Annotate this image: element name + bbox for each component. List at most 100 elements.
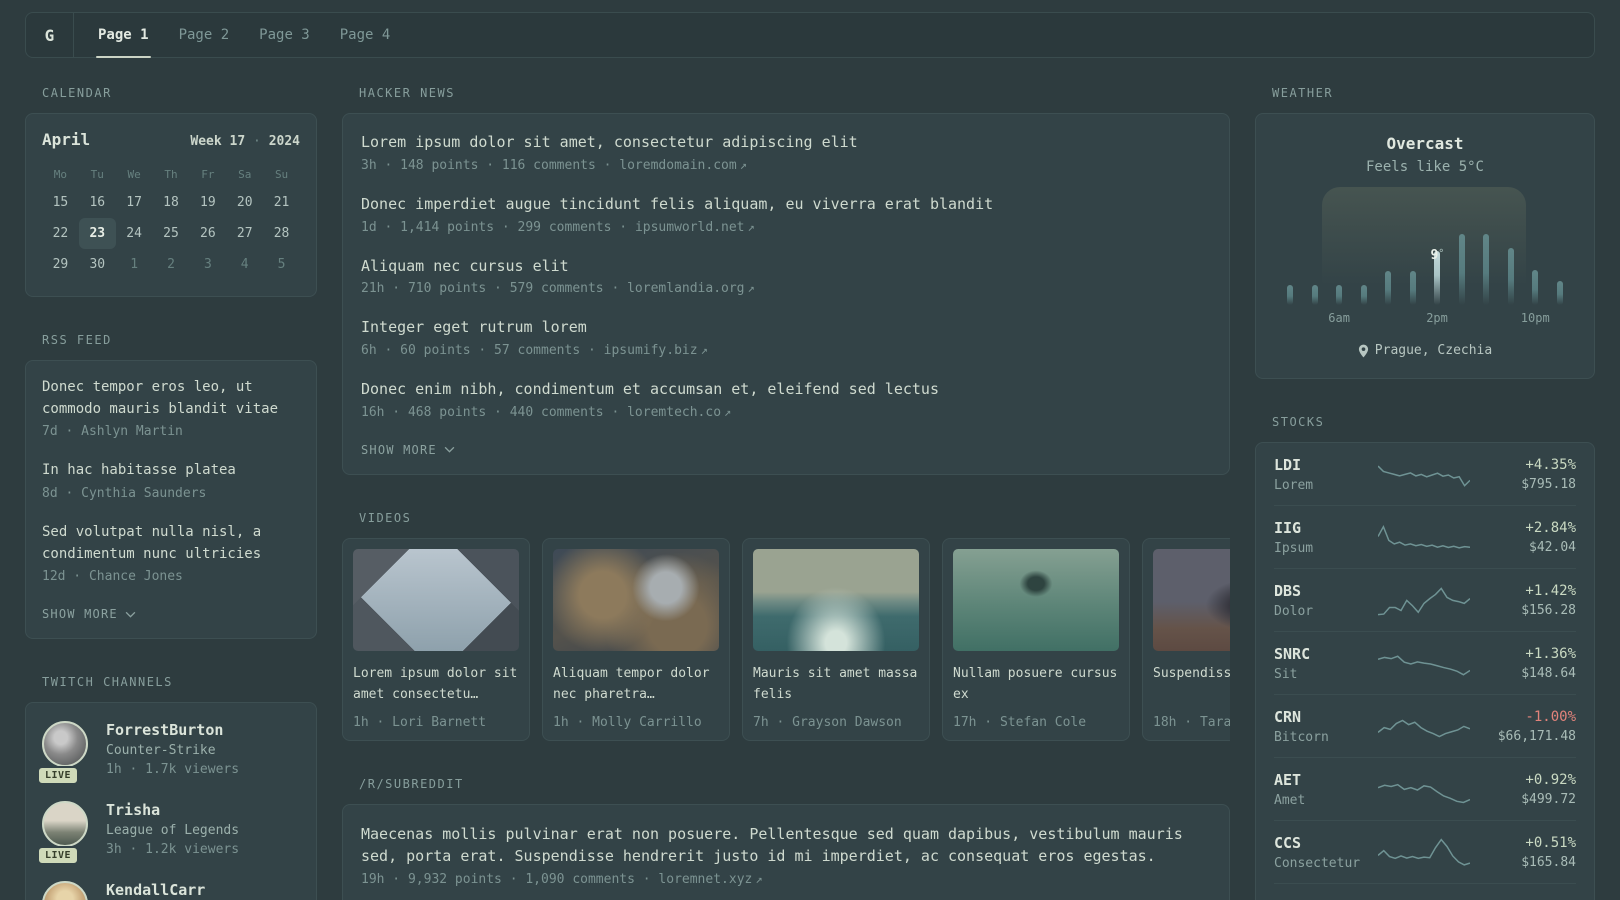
top-nav-bar: G Page 1 Page 2 Page 3 Page 4 — [25, 12, 1595, 58]
calendar-day: 18 — [163, 195, 179, 210]
calendar-day-name: Tu — [90, 167, 104, 181]
section-title-weather: WEATHER — [1272, 86, 1334, 100]
page-tabs: Page 1 Page 2 Page 3 Page 4 — [96, 13, 418, 58]
twitch-channel-row: LIVE ForrestBurton Counter-Strike 1h · 1… — [37, 721, 300, 786]
stock-price: $42.04 — [1529, 540, 1576, 555]
calendar-month: April — [42, 130, 91, 149]
hn-show-more-button[interactable]: SHOW MORE — [361, 443, 455, 457]
rss-show-more-button[interactable]: SHOW MORE — [42, 607, 136, 621]
weather-bar — [1360, 284, 1367, 305]
rss-item-title[interactable]: In hac habitasse platea — [42, 460, 300, 482]
hn-item-meta: 16h · 468 points · 440 comments · loremt… — [361, 404, 732, 420]
videos-row: Lorem ipsum dolor sit amet consectetu… 1… — [342, 537, 1230, 741]
hn-item-title[interactable]: Lorem ipsum dolor sit amet, consectetur … — [361, 132, 1211, 154]
twitch-avatar-wrap: LIVE — [42, 881, 90, 900]
video-title[interactable]: Suspendisse diam — [1153, 664, 1230, 706]
stock-sparkline — [1378, 836, 1470, 870]
stock-price: $165.84 — [1521, 855, 1576, 870]
separator-dot: · — [253, 134, 261, 149]
avatar[interactable] — [42, 721, 88, 768]
calendar-day: 1 — [130, 257, 139, 272]
video-title[interactable]: Nullam posuere cursus ex — [953, 664, 1119, 706]
calendar-widget: CALENDAR April Week 17 · 2024 Mo Tu We Th Fr… — [25, 86, 317, 297]
video-thumbnail[interactable] — [953, 548, 1119, 651]
stock-symbol: CCS — [1274, 834, 1302, 852]
rss-item-title[interactable]: Sed volutpat nulla nisl, a condimentum n… — [42, 522, 300, 565]
degree-symbol: ° — [1438, 248, 1445, 259]
avatar[interactable] — [42, 881, 88, 900]
subreddit-widget: /R/SUBREDDIT Maecenas mollis pulvinar er… — [342, 777, 1230, 900]
video-meta: 7h · Grayson Dawson — [753, 714, 902, 730]
stock-symbol: LDI — [1274, 456, 1302, 474]
section-title-hacker-news: HACKER NEWS — [359, 86, 455, 100]
hn-domain-link[interactable]: ipsumworld.net — [635, 220, 745, 235]
stock-change: +0.92% — [1525, 772, 1576, 788]
hn-item-meta: 1d · 1,414 points · 299 comments · ipsum… — [361, 219, 755, 235]
hn-domain-link[interactable]: loremlandia.org — [627, 281, 744, 296]
video-title[interactable]: Lorem ipsum dolor sit amet consectetu… — [353, 664, 519, 706]
hn-domain-link[interactable]: loremdomain.com — [619, 158, 736, 173]
hn-item: Donec imperdiet augue tincidunt felis al… — [361, 194, 1211, 235]
section-title-stocks: STOCKS — [1272, 415, 1325, 429]
stock-price: $66,171.48 — [1497, 729, 1576, 744]
twitch-category[interactable]: Counter-Strike — [106, 743, 239, 758]
video-title[interactable]: Mauris sit amet massa felis — [753, 664, 919, 706]
weather-card: Overcast Feels like 5°C 9° 6am 2pm 10pm … — [1255, 113, 1595, 379]
twitch-channel-name[interactable]: Trisha — [106, 801, 239, 819]
calendar-day: 26 — [200, 226, 216, 241]
video-thumbnail[interactable] — [753, 548, 919, 651]
stock-row: SNRC Sit +1.36% $148.64 — [1274, 632, 1576, 695]
avatar[interactable] — [42, 801, 88, 848]
video-title[interactable]: Aliquam tempor dolor nec pharetra… — [553, 664, 719, 706]
stock-row: CCS Consectetur +0.51% $165.84 — [1274, 821, 1576, 884]
calendar-day: 2 — [167, 257, 175, 272]
hn-domain-link[interactable]: ipsumify.biz — [604, 343, 698, 358]
calendar-day: 4 — [240, 257, 249, 272]
video-thumbnail[interactable] — [353, 548, 519, 651]
stocks-widget: STOCKS LDI Lorem +4.35% $795.18 IIG Ipsum +… — [1255, 415, 1595, 900]
calendar-day: 16 — [89, 195, 106, 210]
twitch-channel-name[interactable]: ForrestBurton — [106, 721, 239, 739]
hn-item-title[interactable]: Donec imperdiet augue tincidunt felis al… — [361, 194, 1211, 216]
calendar-day: 21 — [273, 195, 290, 210]
calendar-day-name: Sa — [238, 167, 252, 181]
rss-item-meta: 7d · Ashlyn Martin — [42, 424, 183, 440]
video-thumbnail[interactable] — [553, 548, 719, 651]
twitch-channel-row: LIVE KendallCarr — [42, 881, 300, 900]
live-badge: LIVE — [37, 766, 80, 786]
tab-page-3[interactable]: Page 3 — [257, 13, 312, 57]
hn-item-title[interactable]: Aliquam nec cursus elit — [361, 256, 1211, 278]
hn-item-title[interactable]: Donec enim nibh, condimentum et accumsan… — [361, 379, 1211, 401]
twitch-category[interactable]: League of Legends — [106, 823, 239, 838]
twitch-channel-name[interactable]: KendallCarr — [106, 881, 205, 899]
location-pin-icon — [1358, 344, 1368, 357]
stock-symbol: IIG — [1274, 519, 1302, 537]
video-meta: 1h · Lori Barnett — [353, 714, 487, 730]
tab-page-4[interactable]: Page 4 — [338, 13, 393, 57]
rss-item-title[interactable]: Donec tempor eros leo, ut commodo mauris… — [42, 377, 300, 420]
hacker-news-widget: HACKER NEWS Lorem ipsum dolor sit amet, … — [342, 86, 1230, 475]
logo[interactable]: G — [26, 13, 74, 57]
subreddit-domain-link[interactable]: loremnet.xyz — [658, 872, 752, 887]
video-card: Suspendisse diam 18h · Tara — [1142, 537, 1230, 741]
calendar-header: April Week 17 · 2024 — [42, 130, 300, 149]
tab-page-2[interactable]: Page 2 — [177, 13, 232, 57]
external-link-icon: ↗ — [700, 343, 708, 357]
video-thumbnail[interactable] — [1153, 548, 1230, 651]
weather-bar — [1336, 284, 1343, 305]
chevron-down-icon — [444, 447, 455, 453]
weather-location-text: Prague, Czechia — [1374, 343, 1493, 358]
tab-page-1[interactable]: Page 1 — [96, 13, 151, 58]
calendar-day: 28 — [273, 226, 290, 241]
weather-condition: Overcast — [1386, 134, 1464, 153]
calendar-day-names: Mo Tu We Th Fr Sa Su — [42, 161, 300, 187]
weather-bar — [1385, 271, 1392, 305]
hn-item-title[interactable]: Integer eget rutrum lorem — [361, 317, 1211, 339]
left-column: CALENDAR April Week 17 · 2024 Mo Tu We Th Fr… — [25, 86, 317, 900]
weather-time-axis: 6am 2pm 10pm — [1278, 311, 1572, 329]
hn-domain-link[interactable]: loremtech.co — [627, 405, 721, 420]
subreddit-post-title[interactable]: Maecenas mollis pulvinar erat non posuer… — [361, 823, 1211, 868]
stock-name: Sit — [1274, 667, 1298, 682]
rss-card: Donec tempor eros leo, ut commodo mauris… — [25, 360, 317, 640]
calendar-day: 5 — [277, 257, 286, 272]
